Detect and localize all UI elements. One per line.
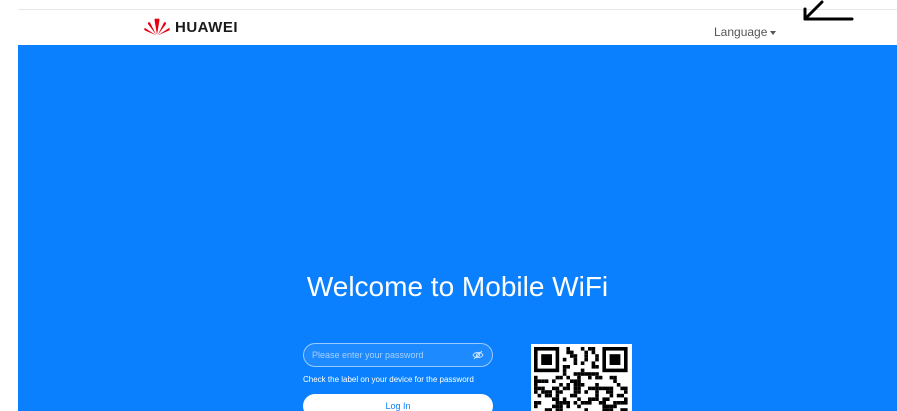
password-hint: Check the label on your device for the p… xyxy=(303,375,474,384)
brand-logo[interactable]: HUAWEI xyxy=(144,18,238,36)
header: HUAWEI Language xyxy=(0,10,897,45)
welcome-title: Welcome to Mobile WiFi xyxy=(306,271,609,302)
eye-hidden-icon[interactable] xyxy=(472,349,484,361)
language-dropdown[interactable]: Language xyxy=(714,25,777,39)
brand-name: HUAWEI xyxy=(175,18,238,36)
password-field[interactable] xyxy=(303,343,493,367)
login-button[interactable]: Log In xyxy=(303,394,493,411)
hero-panel: Welcome to Mobile WiFi Check the label o… xyxy=(18,45,897,411)
qr-code xyxy=(531,344,632,411)
language-label: Language xyxy=(714,25,768,39)
password-input[interactable] xyxy=(312,344,467,366)
huawei-logo-icon xyxy=(144,18,170,36)
arrow-annotation-icon xyxy=(803,0,854,21)
caret-down-icon xyxy=(770,31,777,35)
qr-code-icon xyxy=(534,347,628,411)
page: HUAWEI Language Welcome to Mobile WiFi C… xyxy=(0,0,897,411)
